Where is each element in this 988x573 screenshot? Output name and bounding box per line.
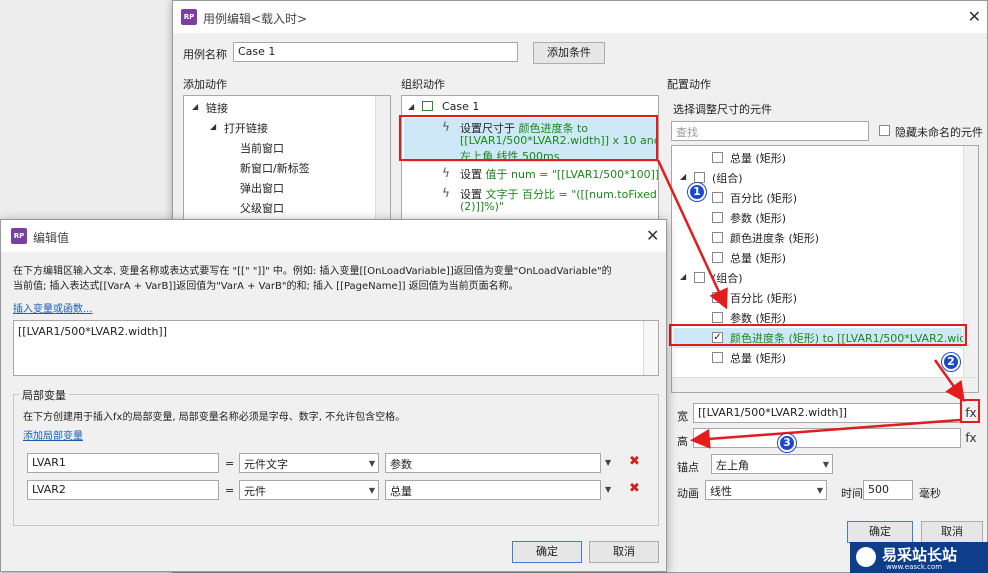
equals-sign: =: [225, 457, 235, 470]
step-badge-3: 3: [778, 434, 796, 452]
edit-title-bar: [1, 220, 666, 252]
arrow-1: [656, 159, 728, 310]
variable-target-input[interactable]: 总量: [385, 480, 601, 500]
variable-type-select[interactable]: 元件文字 ▼: [239, 453, 379, 473]
watermark-logo: 易采站长站 www.easck.com: [850, 542, 988, 573]
close-icon[interactable]: ✕: [646, 226, 659, 245]
step-badge-1: 1: [688, 183, 706, 201]
chevron-down-icon[interactable]: ▼: [605, 458, 611, 467]
chevron-down-icon: ▼: [368, 486, 375, 495]
variable-name-input[interactable]: LVAR2: [27, 480, 219, 500]
description-line-2: 当前值; 插入表达式[[VarA + VarB]]返回值为"VarA + Var…: [13, 281, 519, 292]
local-variables-title: 局部变量: [19, 387, 69, 403]
delete-icon[interactable]: ✖: [629, 454, 640, 469]
variable-type-value: 元件: [244, 485, 266, 498]
equals-sign: =: [225, 484, 235, 497]
variable-name-input[interactable]: LVAR1: [27, 453, 219, 473]
expression-textarea[interactable]: [[LVAR1/500*LVAR2.width]]: [13, 320, 659, 376]
variable-type-value: 元件文字: [244, 458, 288, 471]
variable-target-input[interactable]: 参数: [385, 453, 601, 473]
variable-type-select[interactable]: 元件 ▼: [239, 480, 379, 500]
edit-cancel-button[interactable]: 取消: [589, 541, 659, 563]
delete-icon[interactable]: ✖: [629, 481, 640, 496]
edit-dialog-title: 编辑值: [33, 231, 70, 245]
app-logo-icon: RP: [11, 228, 27, 244]
watermark-text: 易采站长站: [882, 546, 958, 564]
local-variables-description: 在下方创建用于插入fx的局部变量, 局部变量名称必须是字母、数字, 不允许包含空…: [23, 412, 406, 423]
chevron-down-icon: ▼: [368, 459, 375, 468]
scrollbar[interactable]: [643, 321, 658, 375]
chevron-down-icon[interactable]: ▼: [605, 485, 611, 494]
watermark-subtext: www.easck.com: [886, 563, 943, 571]
arrow-3: [690, 418, 961, 449]
add-local-variable-link[interactable]: 添加局部变量: [23, 427, 83, 442]
expression-text: [[LVAR1/500*LVAR2.width]]: [18, 325, 167, 338]
edit-ok-button[interactable]: 确定: [512, 541, 582, 563]
step-badge-2: 2: [942, 353, 960, 371]
description-line-1: 在下方编辑区输入文本, 变量名称或表达式要写在 "[[" "]]" 中。例如: …: [13, 266, 612, 277]
edit-value-dialog: RP 编辑值 ✕ 在下方编辑区输入文本, 变量名称或表达式要写在 "[[" "]…: [0, 219, 667, 572]
watermark-icon: [856, 547, 876, 567]
insert-variable-link[interactable]: 插入变量或函数...: [13, 300, 93, 315]
